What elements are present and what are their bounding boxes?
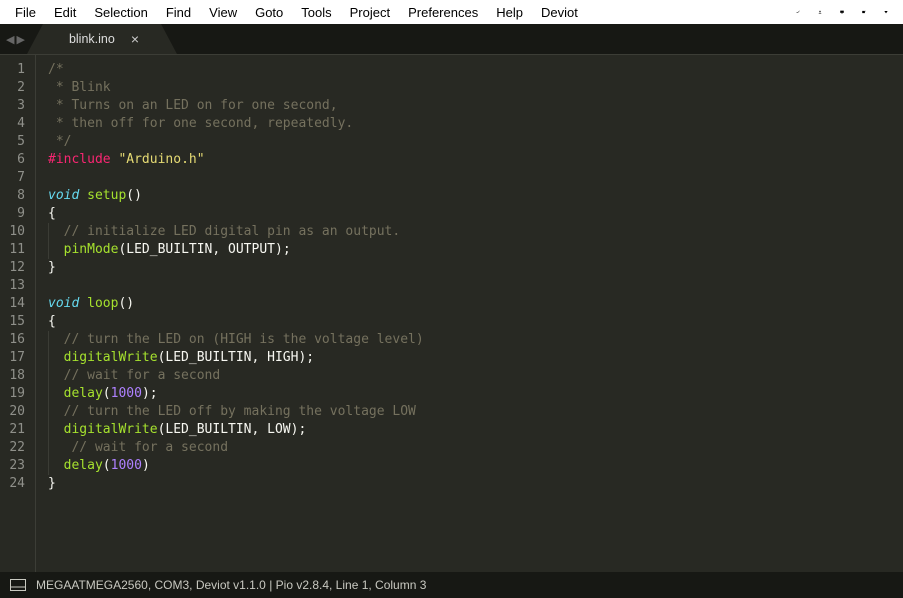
line-number: 13: [0, 277, 35, 295]
code-line[interactable]: */: [48, 133, 903, 151]
menu-view[interactable]: View: [200, 2, 246, 23]
code-line[interactable]: digitalWrite(LED_BUILTIN, LOW);: [48, 421, 903, 439]
code-line[interactable]: // wait for a second: [48, 367, 903, 385]
statusbar: MEGAATMEGA2560, COM3, Deviot v1.1.0 | Pi…: [0, 572, 903, 598]
tab-prev-icon[interactable]: ◀: [6, 33, 14, 46]
code-line[interactable]: #include "Arduino.h": [48, 151, 903, 169]
menu-help[interactable]: Help: [487, 2, 532, 23]
code-line[interactable]: {: [48, 205, 903, 223]
line-number: 24: [0, 475, 35, 493]
line-number: 18: [0, 367, 35, 385]
tab-label: blink.ino: [69, 32, 115, 46]
line-number: 3: [0, 97, 35, 115]
line-number: 23: [0, 457, 35, 475]
tab-next-icon[interactable]: ▶: [16, 33, 24, 46]
code-line[interactable]: * Turns on an LED on for one second,: [48, 97, 903, 115]
line-number: 2: [0, 79, 35, 97]
line-number: 10: [0, 223, 35, 241]
menu-find[interactable]: Find: [157, 2, 200, 23]
menu-preferences[interactable]: Preferences: [399, 2, 487, 23]
dropdown-icon[interactable]: [875, 3, 897, 21]
menu-tools[interactable]: Tools: [292, 2, 340, 23]
line-number: 20: [0, 403, 35, 421]
tab-blink[interactable]: blink.ino ×: [51, 24, 153, 54]
menu-selection[interactable]: Selection: [85, 2, 156, 23]
menu-goto[interactable]: Goto: [246, 2, 292, 23]
code-line[interactable]: void loop(): [48, 295, 903, 313]
line-number: 1: [0, 61, 35, 79]
menu-deviot[interactable]: Deviot: [532, 2, 587, 23]
tab-nav-arrows[interactable]: ◀ ▶: [0, 24, 31, 54]
line-number: 15: [0, 313, 35, 331]
code-line[interactable]: void setup(): [48, 187, 903, 205]
code-line[interactable]: delay(1000);: [48, 385, 903, 403]
line-number: 5: [0, 133, 35, 151]
line-number: 8: [0, 187, 35, 205]
serial-icon[interactable]: [853, 2, 875, 22]
status-text: MEGAATMEGA2560, COM3, Deviot v1.1.0 | Pi…: [36, 578, 426, 592]
menu-project[interactable]: Project: [341, 2, 399, 23]
code-line[interactable]: // turn the LED off by making the voltag…: [48, 403, 903, 421]
code-line[interactable]: }: [48, 475, 903, 493]
line-number: 12: [0, 259, 35, 277]
tabstrip: ◀ ▶ blink.ino ×: [0, 24, 903, 54]
build-icon[interactable]: [787, 2, 809, 22]
line-number: 7: [0, 169, 35, 187]
line-number: 22: [0, 439, 35, 457]
code-line[interactable]: // initialize LED digital pin as an outp…: [48, 223, 903, 241]
code-line[interactable]: pinMode(LED_BUILTIN, OUTPUT);: [48, 241, 903, 259]
monitor-icon[interactable]: [831, 2, 853, 22]
menu-file[interactable]: File: [6, 2, 45, 23]
code-line[interactable]: * Blink: [48, 79, 903, 97]
panel-icon[interactable]: [10, 579, 26, 591]
code-line[interactable]: digitalWrite(LED_BUILTIN, HIGH);: [48, 349, 903, 367]
tab-close-icon[interactable]: ×: [131, 31, 139, 47]
code-line[interactable]: // wait for a second: [48, 439, 903, 457]
gutter: 123456789101112131415161718192021222324: [0, 55, 36, 572]
menu-edit[interactable]: Edit: [45, 2, 85, 23]
line-number: 4: [0, 115, 35, 133]
code-area[interactable]: /* * Blink * Turns on an LED on for one …: [36, 55, 903, 572]
code-line[interactable]: /*: [48, 61, 903, 79]
line-number: 6: [0, 151, 35, 169]
line-number: 9: [0, 205, 35, 223]
line-number: 16: [0, 331, 35, 349]
code-line[interactable]: // turn the LED on (HIGH is the voltage …: [48, 331, 903, 349]
code-line[interactable]: {: [48, 313, 903, 331]
menubar: File Edit Selection Find View Goto Tools…: [0, 0, 903, 24]
code-line[interactable]: [48, 277, 903, 295]
line-number: 19: [0, 385, 35, 403]
upload-icon[interactable]: [809, 2, 831, 22]
line-number: 11: [0, 241, 35, 259]
line-number: 14: [0, 295, 35, 313]
code-line[interactable]: delay(1000): [48, 457, 903, 475]
line-number: 21: [0, 421, 35, 439]
editor[interactable]: 123456789101112131415161718192021222324 …: [0, 54, 903, 572]
code-line[interactable]: * then off for one second, repeatedly.: [48, 115, 903, 133]
code-line[interactable]: }: [48, 259, 903, 277]
line-number: 17: [0, 349, 35, 367]
code-line[interactable]: [48, 169, 903, 187]
